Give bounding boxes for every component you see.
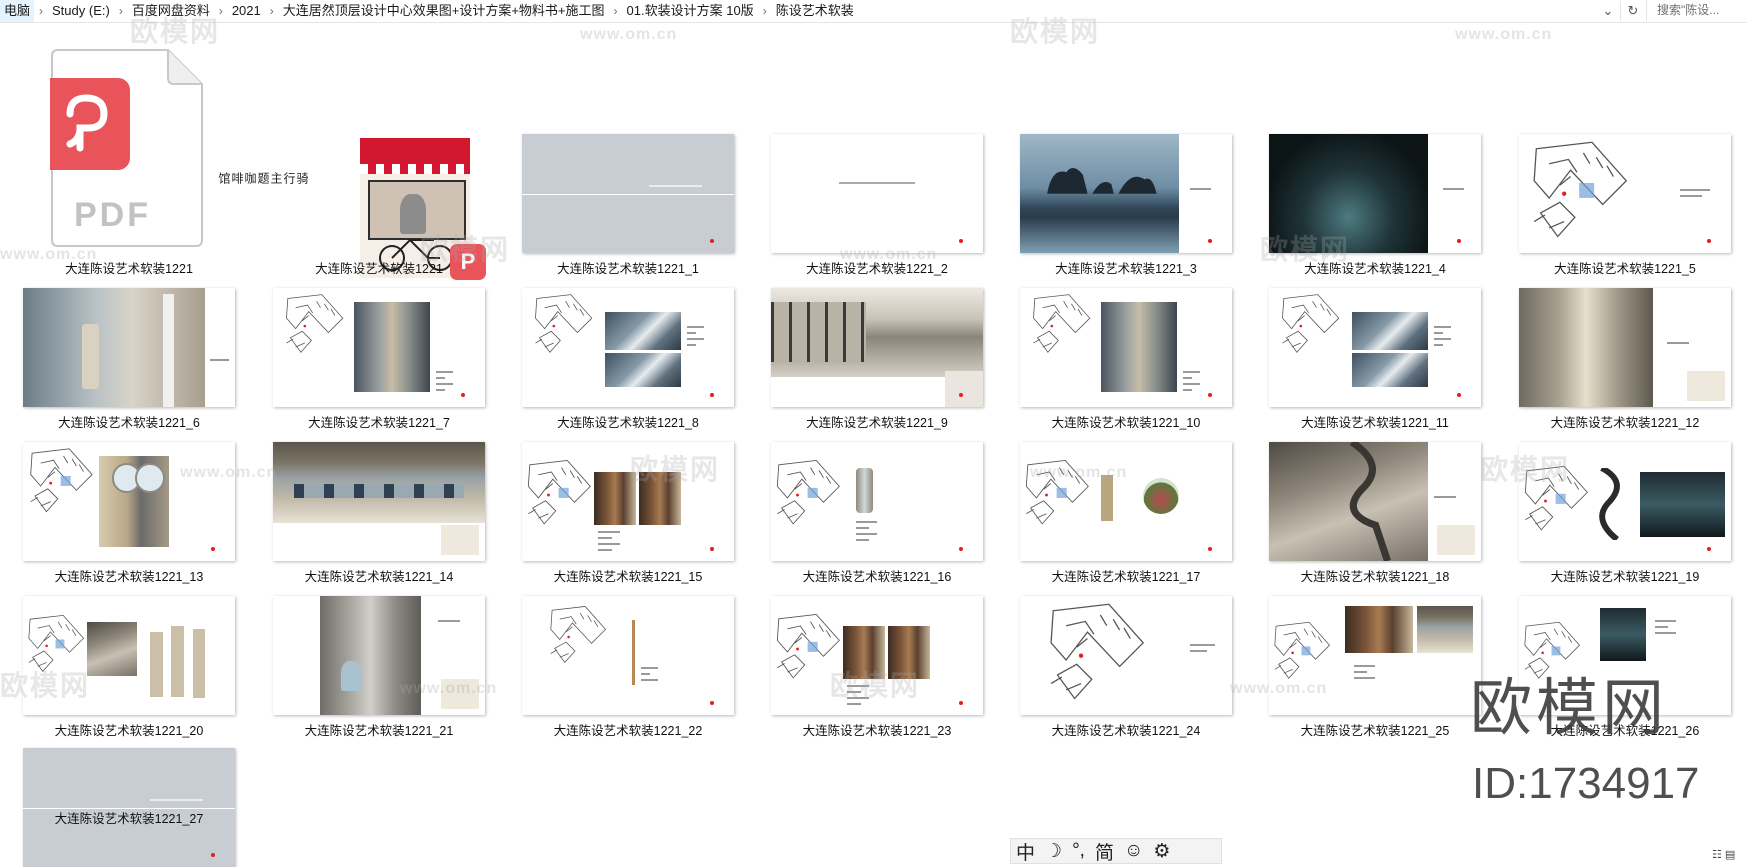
file-name: 大连陈设艺术软装1221_3 (1055, 262, 1197, 276)
search-placeholder: 搜索"陈设... (1657, 3, 1720, 17)
breadcrumb: 电脑 › Study (E:) › 百度网盘资料 › 2021 › 大连居然顶层设计中心效果图+… (0, 0, 858, 22)
file-name: 大连陈设艺术软装1221_4 (1304, 262, 1446, 276)
address-bar[interactable]: 电脑 › Study (E:) › 百度网盘资料 › 2021 › 大连居然顶层设计中心效果图+… (0, 0, 1747, 23)
file-name: 大连陈设艺术软装1221_23 (802, 724, 952, 738)
file-name: 大连陈设艺术软装1221_8 (557, 416, 699, 430)
cover-vertical-title: 骑行主题咖啡馆 (217, 172, 309, 185)
file-thumbnail (1269, 134, 1481, 253)
file-thumbnail (1269, 442, 1481, 561)
file-thumbnail (522, 596, 734, 715)
file-name: 大连陈设艺术软装1221_17 (1051, 570, 1201, 584)
file-name: 大连陈设艺术软装1221_22 (553, 724, 703, 738)
pdf-label: PDF (74, 196, 151, 234)
chevron-right-icon[interactable]: › (214, 4, 228, 18)
ime-button[interactable]: ☽ (1040, 840, 1067, 863)
ime-button[interactable]: ⚙ (1148, 840, 1175, 863)
file-thumbnail (23, 288, 235, 407)
file-name: 大连陈设艺术软装1221_12 (1550, 416, 1700, 430)
file-thumbnail (1519, 288, 1731, 407)
refresh-icon[interactable]: ↻ (1620, 1, 1645, 21)
file-thumbnail (522, 442, 734, 561)
file-name: 大连陈设艺术软装1221_2 (806, 262, 948, 276)
ime-button[interactable]: °, (1067, 840, 1090, 862)
breadcrumb-item[interactable]: 百度网盘资料 (128, 0, 214, 22)
file-name: 大连陈设艺术软装1221_27 (54, 812, 204, 826)
breadcrumb-item[interactable]: 陈设艺术软装 (772, 0, 858, 22)
watermark-logo-text: 欧模网 (1470, 674, 1669, 743)
chevron-right-icon[interactable]: › (34, 4, 48, 18)
file-name: 大连陈设艺术软装1221_18 (1300, 570, 1450, 584)
file-name: 大连陈设艺术软装1221_20 (54, 724, 204, 738)
file-thumbnail (771, 134, 983, 253)
file-thumbnail (771, 442, 983, 561)
watermark-id: ID:1734917 (1472, 759, 1700, 808)
file-thumbnail (1269, 596, 1481, 715)
chevron-right-icon[interactable]: › (609, 4, 623, 18)
file-thumbnail (1020, 596, 1232, 715)
file-name: 大连陈设艺术软装1221_6 (58, 416, 200, 430)
ime-toolbar[interactable]: 中 ☽ °, 简 ☺ ⚙ (1010, 838, 1222, 864)
breadcrumb-item[interactable]: 2021 (228, 0, 265, 22)
file-name: 大连陈设艺术软装1221_1 (557, 262, 699, 276)
file-thumbnail (273, 596, 485, 715)
file-thumbnail (1269, 288, 1481, 407)
ime-button[interactable]: ☺ (1119, 840, 1148, 862)
file-name: 大连陈设艺术软装1221_25 (1300, 724, 1450, 738)
breadcrumb-item[interactable]: 01.软装设计方案 10版 (623, 0, 758, 22)
file-name: 大连陈设艺术软装1221_19 (1550, 570, 1700, 584)
file-thumbnail (522, 288, 734, 407)
file-name: 大连陈设艺术软装1221_11 (1301, 416, 1449, 430)
chevron-right-icon[interactable]: › (758, 4, 772, 18)
file-thumbnail (771, 288, 983, 407)
file-name: 大连陈设艺术软装1221_15 (553, 570, 703, 584)
file-thumbnail (1519, 134, 1731, 253)
ime-button[interactable]: 中 (1011, 838, 1040, 865)
chevron-down-icon[interactable]: ⌄ (1596, 1, 1620, 21)
file-thumbnail (1020, 288, 1232, 407)
file-name: 大连陈设艺术软装1221_9 (806, 416, 948, 430)
file-thumbnail (771, 596, 983, 715)
file-name: 大连陈设艺术软装1221_7 (308, 416, 450, 430)
file-thumbnail (1519, 442, 1731, 561)
file-thumbnail (1020, 134, 1232, 253)
file-thumbnail (1020, 442, 1232, 561)
breadcrumb-item[interactable]: 电脑 (0, 0, 35, 22)
file-name: 大连陈设艺术软装1221_24 (1051, 724, 1201, 738)
file-thumbnail (23, 442, 235, 561)
search-input[interactable]: 搜索"陈设... (1646, 0, 1747, 21)
file-name: 大连陈设艺术软装1221_10 (1051, 416, 1201, 430)
file-name: 大连陈设艺术软装1221_5 (1554, 262, 1696, 276)
file-name: 大连陈设艺术软装1221 (315, 262, 443, 276)
file-thumbnail (23, 596, 235, 715)
ime-button[interactable]: 简 (1090, 838, 1119, 865)
breadcrumb-item[interactable]: 大连居然顶层设计中心效果图+设计方案+物料书+施工图 (279, 0, 609, 22)
chevron-right-icon[interactable]: › (114, 4, 128, 18)
breadcrumb-item[interactable]: Study (E:) (48, 0, 114, 22)
file-name: 大连陈设艺术软装1221_16 (802, 570, 952, 584)
file-name: 大连陈设艺术软装1221_13 (54, 570, 204, 584)
file-thumbnail (522, 134, 734, 253)
file-name: 大连陈设艺术软装1221_21 (304, 724, 454, 738)
view-toggle-icon[interactable]: ☷ ▤ (1712, 848, 1735, 861)
file-thumbnail (273, 288, 485, 407)
file-name: 大连陈设艺术软装1221 (65, 262, 193, 276)
chevron-right-icon[interactable]: › (265, 4, 279, 18)
file-name: 大连陈设艺术软装1221_14 (304, 570, 454, 584)
file-thumbnail (273, 442, 485, 561)
